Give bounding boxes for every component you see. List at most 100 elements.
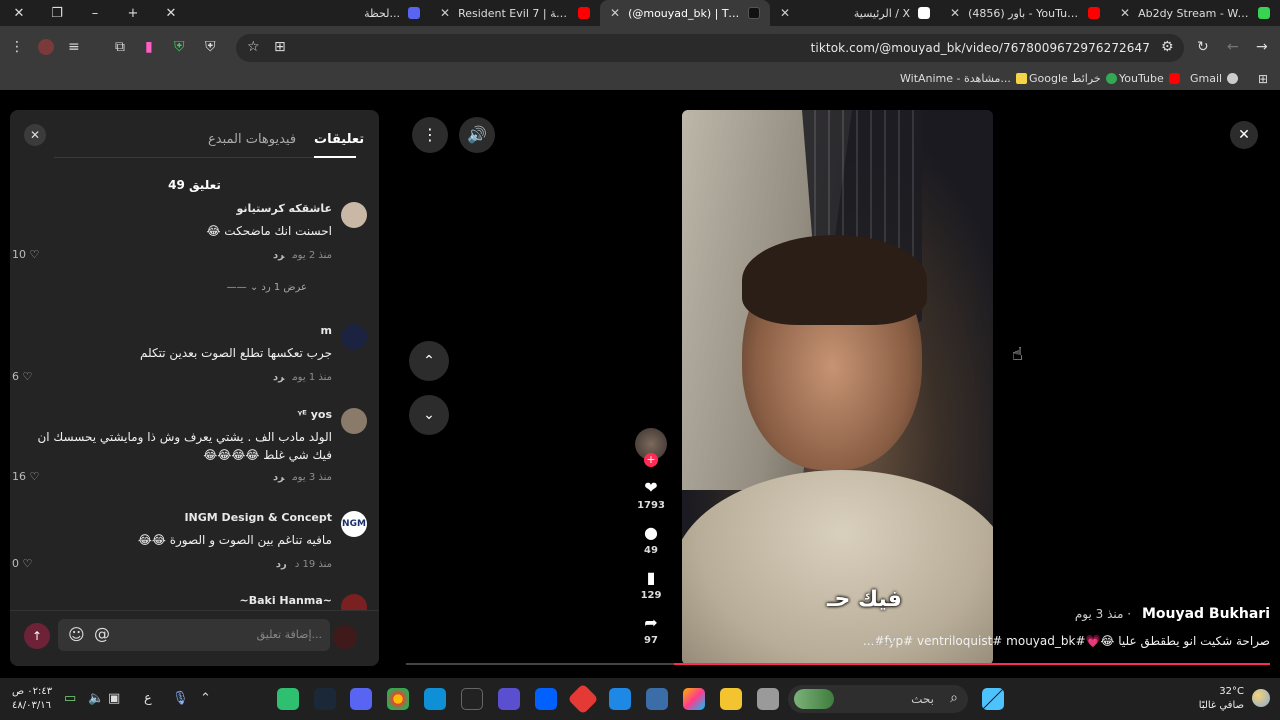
comment-username[interactable]: ~Baki Hanma~: [239, 594, 332, 607]
clock[interactable]: ٠٢:٤٣ ص ٤٨/٠٣/١٦: [12, 685, 52, 713]
comment-username[interactable]: ᵞᴱ yos: [297, 408, 332, 421]
file-explorer-app-icon[interactable]: [720, 688, 742, 710]
volume-icon[interactable]: 🔊: [459, 117, 495, 153]
avatar[interactable]: NGM: [341, 511, 367, 537]
tab-x[interactable]: الرئيسية / X ✕: [770, 0, 940, 26]
back-icon[interactable]: →: [1256, 40, 1268, 54]
progress-bar[interactable]: [674, 663, 1270, 665]
translate-icon[interactable]: ⊞: [274, 40, 286, 54]
close-icon[interactable]: ✕: [440, 6, 450, 20]
xbox-app-icon[interactable]: [277, 688, 299, 710]
app-icon[interactable]: [757, 688, 779, 710]
close-icon[interactable]: ✕: [610, 6, 620, 20]
tab-creator-videos[interactable]: فيديوهات المبدع: [208, 132, 296, 147]
more-options-button[interactable]: ⋮: [412, 117, 448, 153]
progress-track[interactable]: [406, 663, 674, 665]
extensions-icon[interactable]: ⧉: [115, 40, 125, 54]
bookmark-gmail[interactable]: Gmail: [1190, 72, 1239, 85]
avatar[interactable]: [341, 408, 367, 434]
network-icon[interactable]: ▣: [108, 691, 120, 706]
comment-action[interactable]: ● 49: [636, 523, 666, 556]
restore-window-icon[interactable]: ❐: [38, 6, 76, 21]
new-tab-icon[interactable]: +: [114, 6, 152, 21]
bookmark-youtube[interactable]: YouTube: [1119, 72, 1180, 85]
comment-likes[interactable]: 0 ♡: [12, 557, 32, 570]
epic-games-app-icon[interactable]: [461, 688, 483, 710]
comment-likes[interactable]: 6 ♡: [12, 370, 32, 383]
language-indicator[interactable]: ع: [144, 691, 152, 706]
tab-list-icon[interactable]: ✕: [152, 6, 190, 21]
forward-icon[interactable]: ←: [1227, 40, 1239, 54]
creator-name[interactable]: Mouyad Bukhari: [1142, 606, 1270, 622]
dropbox-app-icon[interactable]: [535, 688, 557, 710]
previous-video-button[interactable]: ⌃: [409, 341, 449, 381]
tab-ab2dy[interactable]: Ab2dy Stream - Watch Live ✕: [1110, 0, 1280, 26]
close-icon[interactable]: ✕: [780, 6, 790, 20]
close-icon[interactable]: ✕: [1120, 6, 1130, 20]
store-app-icon[interactable]: [646, 688, 668, 710]
tab-discord[interactable]: لحظة...: [310, 0, 430, 26]
start-windows-icon[interactable]: [982, 688, 1004, 710]
bookmark-star-icon[interactable]: ☆: [247, 40, 260, 54]
reply-button[interactable]: رد: [273, 372, 284, 383]
tab-youtube[interactable]: (4856) باور - YouTube ✕: [940, 0, 1110, 26]
reload-icon[interactable]: ↻: [1197, 40, 1209, 54]
battery-icon[interactable]: ▭: [64, 691, 76, 706]
steam-app-icon[interactable]: [314, 688, 336, 710]
follow-plus-icon[interactable]: +: [644, 453, 658, 467]
extension-icon[interactable]: ▮: [145, 40, 153, 54]
tray-overflow-chevron-icon[interactable]: ⌃: [200, 691, 211, 706]
avatar[interactable]: [341, 202, 367, 228]
save-action[interactable]: ▮ 129: [636, 568, 666, 601]
bookmark-google-maps[interactable]: Google خرائط: [1029, 72, 1117, 85]
close-icon[interactable]: ✕: [950, 6, 960, 20]
video-player[interactable]: فيك حـ: [682, 110, 993, 665]
comment-username[interactable]: عاشقكه كرستيانو: [237, 202, 332, 215]
emoji-icon[interactable]: ☺: [68, 625, 85, 644]
close-video-icon[interactable]: ✕: [1230, 121, 1258, 149]
minimize-window-icon[interactable]: –: [76, 6, 114, 21]
speaker-icon[interactable]: 🔈: [88, 691, 104, 706]
comment-username[interactable]: INGM Design & Concept: [184, 511, 332, 524]
send-comment-button[interactable]: ↑: [24, 623, 50, 649]
reply-button[interactable]: رد: [276, 559, 287, 570]
tab-resident-evil[interactable]: Resident Evil 7 | إضافة End ✕: [430, 0, 600, 26]
comment-input[interactable]: ☺ @ إضافة تعليق...: [58, 619, 330, 651]
comment-username[interactable]: m: [321, 324, 332, 337]
close-panel-icon[interactable]: ✕: [24, 124, 46, 146]
edge-app-icon[interactable]: [424, 688, 446, 710]
like-action[interactable]: ❤ 1793: [636, 478, 666, 511]
taskbar-search[interactable]: بحث ⌕: [788, 685, 968, 713]
mail-app-icon[interactable]: [609, 688, 631, 710]
reply-button[interactable]: رد: [273, 250, 284, 261]
app-icon[interactable]: [567, 683, 599, 715]
menu-dots-icon[interactable]: ⋮: [10, 40, 24, 54]
weather-widget[interactable]: 32°C صافي غالبًا: [1199, 685, 1244, 713]
app-icon[interactable]: [498, 688, 520, 710]
more-link[interactable]: المزيد: [872, 636, 897, 647]
profile-avatar-icon[interactable]: [38, 39, 54, 55]
avatar[interactable]: [341, 594, 367, 610]
comment-likes[interactable]: 16 ♡: [12, 470, 39, 483]
reading-list-icon[interactable]: ≡: [68, 40, 80, 54]
chrome-app-icon[interactable]: [387, 688, 409, 710]
copilot-app-icon[interactable]: [683, 688, 705, 710]
tab-comments[interactable]: تعليقات: [314, 132, 364, 147]
mention-icon[interactable]: @: [94, 624, 110, 643]
close-window-icon[interactable]: ✕: [0, 6, 38, 21]
microphone-icon[interactable]: 🎙: [172, 691, 189, 706]
next-video-button[interactable]: ⌄: [409, 395, 449, 435]
avatar[interactable]: [341, 324, 367, 350]
view-replies-button[interactable]: عرض 1 رد ⌄ ——: [227, 282, 307, 293]
url-text[interactable]: tiktok.com/@mouyad_bk/video/767800967297…: [811, 41, 1150, 55]
comment-likes[interactable]: 10 ♡: [12, 248, 39, 261]
share-action[interactable]: ➦ 97: [636, 613, 666, 646]
apps-grid-icon[interactable]: ⊞: [1258, 72, 1268, 86]
bookmark-witanime[interactable]: WitAnime - مشاهدة...: [900, 72, 1027, 85]
tab-tiktok[interactable]: (@mouyad_bk) | TikTok ✕: [600, 0, 770, 26]
discord-app-icon[interactable]: [350, 688, 372, 710]
adblock-shield-icon[interactable]: ⛨: [174, 40, 185, 54]
reply-button[interactable]: رد: [273, 472, 284, 483]
security-shield-icon[interactable]: ⛨: [205, 40, 216, 54]
site-settings-icon[interactable]: ⚙: [1161, 40, 1174, 54]
